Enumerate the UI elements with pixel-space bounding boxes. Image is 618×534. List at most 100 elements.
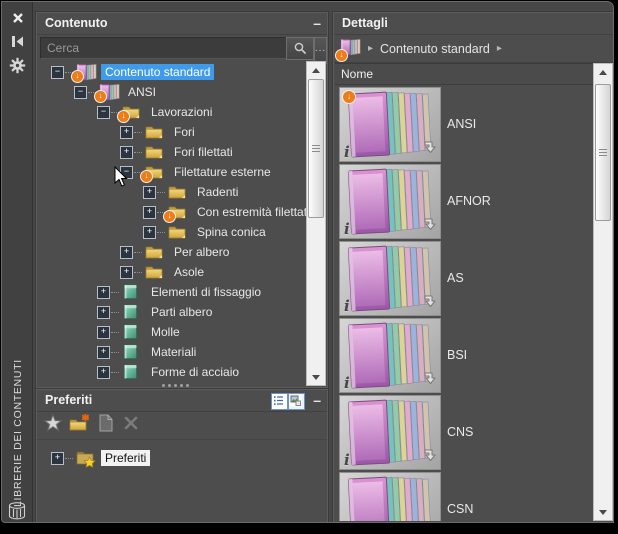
books-icon[interactable]: ↓ — [335, 38, 361, 62]
scrollbar-down-button[interactable] — [307, 369, 325, 385]
info-icon[interactable]: i — [344, 374, 350, 392]
library-thumbnail[interactable]: ↓ i — [339, 87, 441, 162]
details-scrollbar[interactable] — [593, 63, 613, 521]
tree-item-con-estremita-filettate[interactable]: + ↓ Con estremità filettate — [38, 202, 308, 223]
tree-item-forme-di-acciaio[interactable]: + Forme di acciaio — [38, 362, 308, 382]
details-view-button[interactable] — [271, 393, 288, 410]
tree-item-asole[interactable]: + Asole — [38, 262, 308, 282]
trash-icon[interactable] — [6, 500, 28, 522]
content-minimize-button[interactable]: – — [313, 14, 321, 32]
library-item-bsi[interactable]: i BSI — [335, 316, 595, 393]
tree-item-preferiti[interactable]: + Preferiti — [38, 448, 326, 468]
library-thumbnail[interactable]: i — [339, 472, 441, 521]
tree-item-label: Asole — [174, 265, 205, 279]
panel-splitter-handle[interactable] — [162, 384, 189, 387]
library-item-csn[interactable]: i CSN — [335, 470, 595, 521]
properties-gear-icon[interactable] — [9, 57, 26, 74]
tree-item-label: Molle — [151, 325, 180, 339]
palette-dock-bar[interactable]: LIBRERIE DEI CONTENUTI — [2, 2, 33, 522]
scrollbar-down-button[interactable] — [594, 504, 612, 520]
scrollbar-thumb[interactable] — [308, 79, 324, 218]
tree-expander-plus-icon[interactable]: + — [143, 205, 156, 219]
tree-item-spina-conica[interactable]: + Spina conica — [38, 222, 308, 242]
new-folder-button[interactable] — [68, 414, 90, 436]
insert-arrow-icon[interactable] — [423, 216, 438, 236]
tree-item-label: Fori — [174, 125, 195, 139]
tree-expander-plus-icon[interactable]: + — [97, 285, 110, 299]
folder-icon: ↓ — [140, 163, 166, 183]
tree-expander-plus-icon[interactable]: + — [120, 145, 133, 159]
library-item-ansi[interactable]: ↓ i ANSI — [335, 85, 595, 162]
tree-item-radenti[interactable]: + Radenti — [38, 182, 308, 202]
tree-expander-plus-icon[interactable]: + — [97, 305, 110, 319]
tree-item-contenuto-standard[interactable]: − ↓ Contenuto standard — [38, 62, 308, 83]
info-icon[interactable]: i — [344, 297, 350, 315]
tree-expander-plus-icon[interactable]: + — [97, 325, 110, 339]
breadcrumb: ↓ ▸ Contenuto standard ▸ — [334, 35, 613, 63]
tree-item-ansi[interactable]: − ↓ ANSI — [38, 82, 308, 103]
tree-expander-plus-icon[interactable]: + — [51, 451, 64, 465]
tree-expander-plus-icon[interactable]: + — [120, 245, 133, 259]
browse-button[interactable]: ... — [314, 37, 327, 64]
auto-hide-icon[interactable] — [9, 33, 26, 50]
insert-arrow-icon[interactable] — [423, 370, 438, 390]
scrollbar-up-button[interactable] — [307, 62, 325, 78]
new-palette-button[interactable] — [94, 414, 116, 436]
tree-expander-minus-icon[interactable]: − — [97, 105, 110, 119]
folder-icon — [144, 243, 166, 261]
tree-item-parti-albero[interactable]: + Parti albero — [38, 302, 308, 322]
tree-item-fori[interactable]: + Fori — [38, 122, 308, 142]
add-favorite-button[interactable] — [42, 412, 64, 438]
library-item-afnor[interactable]: i AFNOR — [335, 162, 595, 239]
tree-item-label: Preferiti — [101, 450, 151, 466]
tree-expander-plus-icon[interactable]: + — [143, 185, 156, 199]
book-icon — [121, 343, 143, 361]
scrollbar-thumb[interactable] — [595, 84, 611, 221]
folder-icon — [167, 183, 189, 201]
tree-item-label: Parti albero — [151, 305, 213, 319]
library-thumbnail[interactable]: i — [339, 164, 441, 239]
tree-item-elementi-di-fissaggio[interactable]: + Elementi di fissaggio — [38, 282, 308, 302]
add-favorite-icon — [43, 412, 63, 438]
library-thumbnail[interactable]: i — [339, 241, 441, 316]
folder-icon — [144, 263, 166, 281]
tree-expander-plus-icon[interactable]: + — [120, 125, 133, 139]
image-view-button[interactable] — [288, 393, 305, 410]
name-column-header[interactable]: Nome — [335, 63, 595, 85]
close-icon[interactable] — [9, 9, 26, 26]
books-icon: ↓ — [94, 83, 120, 103]
insert-arrow-icon[interactable] — [423, 293, 438, 313]
info-icon[interactable]: i — [344, 451, 350, 469]
delete-button[interactable] — [120, 414, 142, 436]
tree-connector — [134, 271, 142, 273]
book-icon — [121, 363, 143, 381]
tree-item-label: Forme di acciaio — [151, 365, 240, 379]
tree-expander-plus-icon[interactable]: + — [143, 225, 156, 239]
info-icon[interactable]: i — [344, 220, 350, 238]
tree-item-per-albero[interactable]: + Per albero — [38, 242, 308, 262]
library-item-cns[interactable]: i CNS — [335, 393, 595, 470]
content-tree-scrollbar[interactable] — [306, 61, 326, 386]
tree-item-fori-filettati[interactable]: + Fori filettati — [38, 142, 308, 162]
info-icon[interactable]: i — [344, 143, 350, 161]
insert-arrow-icon[interactable] — [423, 447, 438, 467]
search-input[interactable] — [40, 37, 292, 59]
insert-arrow-icon[interactable] — [423, 139, 438, 159]
breadcrumb-root-link[interactable]: Contenuto standard — [380, 42, 490, 56]
tree-expander-minus-icon[interactable]: − — [120, 165, 133, 179]
tree-expander-plus-icon[interactable]: + — [120, 265, 133, 279]
favorites-minimize-button[interactable]: – — [313, 391, 321, 409]
tree-expander-plus-icon[interactable]: + — [97, 365, 110, 379]
tree-expander-minus-icon[interactable]: − — [51, 65, 64, 79]
tree-expander-minus-icon[interactable]: − — [74, 85, 87, 99]
tree-item-materiali[interactable]: + Materiali — [38, 342, 308, 362]
library-thumbnail[interactable]: i — [339, 318, 441, 393]
tree-item-molle[interactable]: + Molle — [38, 322, 308, 342]
search-button[interactable] — [286, 37, 314, 60]
library-thumbnail[interactable]: i — [339, 395, 441, 470]
tree-item-lavorazioni[interactable]: − ↓ Lavorazioni — [38, 102, 308, 123]
tree-expander-plus-icon[interactable]: + — [97, 345, 110, 359]
scrollbar-up-button[interactable] — [594, 64, 612, 80]
library-item-as[interactable]: i AS — [335, 239, 595, 316]
tree-item-filettature-esterne[interactable]: − ↓ Filettature esterne — [38, 162, 308, 183]
